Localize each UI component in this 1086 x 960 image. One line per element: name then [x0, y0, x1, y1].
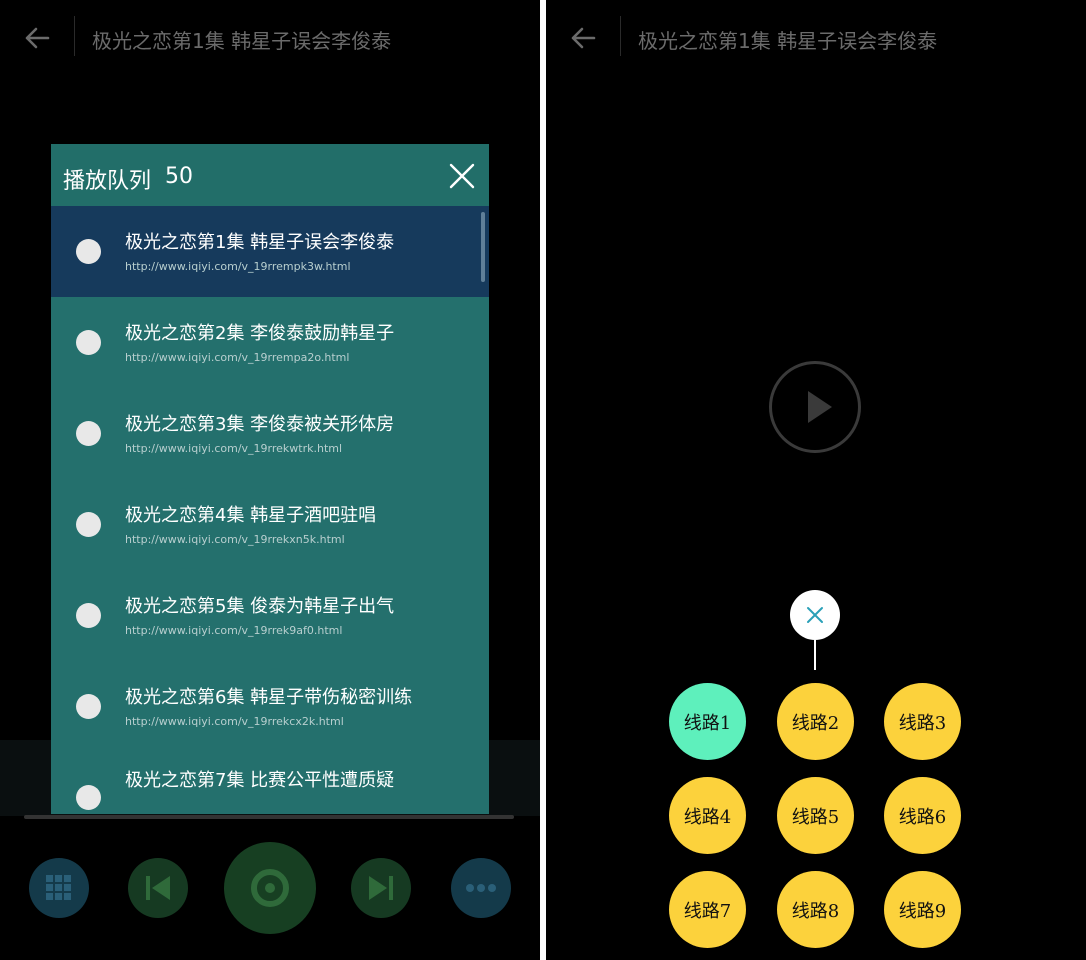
radio-button[interactable] [76, 603, 101, 628]
radio-button[interactable] [76, 785, 101, 810]
list-item[interactable]: 极光之恋第2集 李俊泰鼓励韩星子 http://www.iqiyi.com/v_… [51, 297, 489, 388]
radio-button[interactable] [76, 330, 101, 355]
progress-bar[interactable] [24, 815, 514, 819]
item-title: 极光之恋第2集 李俊泰鼓励韩星子 [125, 323, 395, 344]
connector-line [814, 640, 816, 670]
list-item[interactable]: 极光之恋第6集 韩星子带伤秘密训练 http://www.iqiyi.com/v… [51, 661, 489, 752]
skip-previous-icon [146, 876, 170, 900]
item-title: 极光之恋第7集 比赛公平性遭质疑 [125, 770, 395, 791]
more-button[interactable] [451, 858, 511, 918]
route-7-button[interactable]: 线路7 [669, 871, 746, 948]
grid-icon [46, 875, 71, 900]
header-divider [620, 16, 621, 56]
route-8-button[interactable]: 线路8 [777, 871, 854, 948]
more-icon [466, 884, 496, 892]
next-button[interactable] [351, 858, 411, 918]
route-1-button[interactable]: 线路1 [669, 683, 746, 760]
header: 极光之恋第1集 韩星子误会李俊泰 [546, 0, 1086, 78]
item-title: 极光之恋第4集 韩星子酒吧驻唱 [125, 505, 377, 526]
item-url: http://www.iqiyi.com/v_19rrempa2o.html [125, 351, 350, 364]
item-title: 极光之恋第3集 李俊泰被关形体房 [125, 414, 395, 435]
arrow-left-icon[interactable] [24, 26, 50, 50]
play-button[interactable] [769, 361, 861, 453]
route-6-button[interactable]: 线路6 [884, 777, 961, 854]
play-icon [808, 391, 832, 423]
page-title: 极光之恋第1集 韩星子误会李俊泰 [92, 29, 392, 53]
route-screen: 极光之恋第1集 韩星子误会李俊泰 线路1 线路2 线路3 线路4 线路5 线路6… [546, 0, 1086, 960]
skip-next-icon [369, 876, 393, 900]
header-divider [74, 16, 75, 56]
route-close-button[interactable] [790, 590, 840, 640]
item-title: 极光之恋第6集 韩星子带伤秘密训练 [125, 687, 413, 708]
header: 极光之恋第1集 韩星子误会李俊泰 [0, 0, 540, 78]
route-3-button[interactable]: 线路3 [884, 683, 961, 760]
radio-button[interactable] [76, 421, 101, 446]
list-item[interactable]: 极光之恋第1集 韩星子误会李俊泰 http://www.iqiyi.com/v_… [51, 206, 489, 297]
list-item[interactable]: 极光之恋第7集 比赛公平性遭质疑 [51, 752, 489, 814]
scrollbar[interactable] [481, 212, 485, 282]
item-title: 极光之恋第5集 俊泰为韩星子出气 [125, 596, 395, 617]
grid-button[interactable] [29, 858, 89, 918]
record-button[interactable] [224, 842, 316, 934]
item-url: http://www.iqiyi.com/v_19rrekwtrk.html [125, 442, 343, 455]
close-icon[interactable] [448, 162, 476, 190]
disc-icon [251, 869, 289, 907]
previous-button[interactable] [128, 858, 188, 918]
dialog-title: 播放队列 [63, 169, 152, 194]
radio-button[interactable] [76, 694, 101, 719]
playlist-screen: 极光之恋第1集 韩星子误会李俊泰 播放队列 50 极光之恋第1集 韩星子误会李俊… [0, 0, 540, 960]
item-url: http://www.iqiyi.com/v_19rrekcx2k.html [125, 715, 344, 728]
dialog-header: 播放队列 50 [51, 144, 489, 206]
playlist: 极光之恋第1集 韩星子误会李俊泰 http://www.iqiyi.com/v_… [51, 206, 489, 814]
page-title: 极光之恋第1集 韩星子误会李俊泰 [638, 29, 938, 53]
route-4-button[interactable]: 线路4 [669, 777, 746, 854]
item-title: 极光之恋第1集 韩星子误会李俊泰 [125, 232, 395, 253]
item-url: http://www.iqiyi.com/v_19rrek9af0.html [125, 624, 343, 637]
route-5-button[interactable]: 线路5 [777, 777, 854, 854]
radio-button[interactable] [76, 239, 101, 264]
playlist-dialog: 播放队列 50 极光之恋第1集 韩星子误会李俊泰 http://www.iqiy… [51, 144, 489, 814]
arrow-left-icon[interactable] [570, 26, 596, 50]
route-9-button[interactable]: 线路9 [884, 871, 961, 948]
route-2-button[interactable]: 线路2 [777, 683, 854, 760]
playlist-count: 50 [165, 164, 193, 189]
radio-button[interactable] [76, 512, 101, 537]
list-item[interactable]: 极光之恋第5集 俊泰为韩星子出气 http://www.iqiyi.com/v_… [51, 570, 489, 661]
close-icon [807, 607, 823, 623]
item-url: http://www.iqiyi.com/v_19rrekxn5k.html [125, 533, 345, 546]
list-item[interactable]: 极光之恋第3集 李俊泰被关形体房 http://www.iqiyi.com/v_… [51, 388, 489, 479]
list-item[interactable]: 极光之恋第4集 韩星子酒吧驻唱 http://www.iqiyi.com/v_1… [51, 479, 489, 570]
item-url: http://www.iqiyi.com/v_19rrempk3w.html [125, 260, 351, 273]
